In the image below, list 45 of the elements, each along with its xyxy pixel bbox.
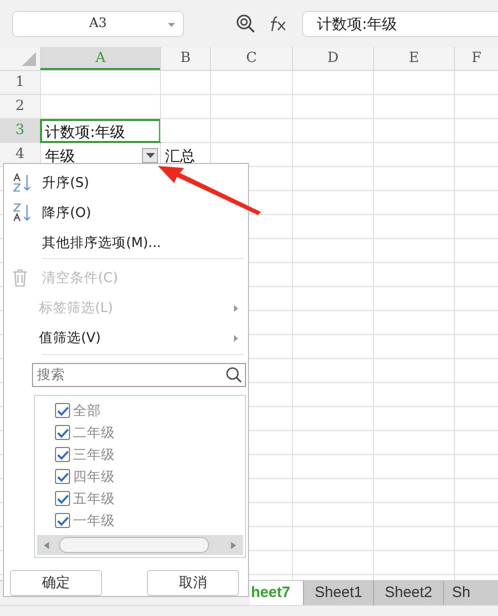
table-cell-text: 年级 (44, 146, 76, 167)
caret-icon (168, 22, 175, 26)
scroll-right-icon[interactable] (231, 542, 236, 549)
checkbox[interactable] (55, 403, 70, 418)
value-label: 三年级 (73, 446, 115, 464)
row-header[interactable]: 1 (0, 71, 40, 94)
sheet-tab[interactable]: Sh (444, 581, 498, 605)
scroll-left-icon[interactable] (44, 542, 49, 549)
checkbox[interactable] (55, 513, 70, 528)
sheet-tab[interactable]: Sheet2 (374, 581, 444, 605)
search-field[interactable]: 搜索 (32, 362, 246, 387)
dialog-button[interactable]: 确定 (10, 570, 102, 596)
value-label: 一年级 (73, 512, 115, 530)
search-icon (226, 366, 242, 383)
caret-icon (146, 153, 154, 158)
checkbox[interactable] (55, 469, 70, 484)
dialog-button[interactable]: 取消 (147, 570, 239, 596)
checkbox[interactable] (55, 425, 70, 440)
name-box[interactable]: A3 (12, 10, 184, 36)
trash-icon (12, 269, 28, 288)
table-cell-text: 汇总 (164, 146, 196, 167)
table-cell: 计数项:年级 (40, 119, 161, 143)
column-header[interactable]: C (210, 47, 292, 70)
value-label: 全部 (73, 402, 101, 420)
filter-dropdown-button[interactable] (142, 148, 158, 163)
horizontal-scrollbar[interactable] (37, 535, 243, 556)
search-icon[interactable] (236, 14, 256, 34)
row-header[interactable]: 2 (0, 95, 40, 118)
sheet-tab[interactable]: Sheet1 (304, 581, 374, 605)
value-label: 四年级 (73, 468, 115, 486)
checkbox[interactable] (55, 491, 70, 506)
menu-item[interactable]: 值筛选(V) (4, 323, 248, 353)
menu-item[interactable]: 升序(S) (4, 168, 248, 198)
checkbox[interactable] (55, 447, 70, 462)
value-label: 二年级 (73, 424, 115, 442)
submenu-arrow-icon (234, 305, 238, 312)
column-header[interactable]: B (160, 47, 210, 70)
menu-item[interactable]: 其他排序选项(M)... (4, 228, 248, 258)
value-label: 五年级 (73, 490, 115, 508)
column-header[interactable]: E (373, 47, 454, 70)
submenu-arrow-icon (234, 335, 238, 342)
menu-item[interactable]: 降序(O) (4, 198, 248, 228)
column-header[interactable]: D (292, 47, 373, 70)
formula-field[interactable]: 计数项:年级 (302, 10, 498, 36)
column-header[interactable]: F (454, 47, 498, 70)
